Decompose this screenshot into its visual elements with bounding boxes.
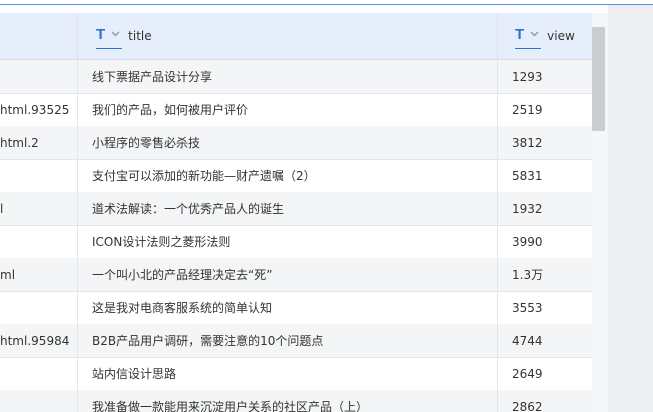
title-type-selector[interactable]: T bbox=[96, 24, 123, 49]
table-row[interactable]: 我准备做一款能用来沉淀用户关系的社区产品（上） 2862 bbox=[0, 390, 592, 412]
table-row[interactable]: l 道术法解读：一个优秀产品人的诞生 1932 bbox=[0, 192, 592, 226]
header-title-column[interactable]: T title bbox=[77, 13, 498, 59]
header-title-label: title bbox=[128, 29, 152, 43]
chevron-down-icon bbox=[530, 29, 539, 40]
url-cell[interactable]: l bbox=[0, 192, 77, 225]
url-cell[interactable]: ml bbox=[0, 258, 77, 291]
view-type-selector[interactable]: T bbox=[515, 24, 542, 49]
url-cell[interactable] bbox=[0, 225, 77, 258]
chevron-down-icon bbox=[111, 29, 120, 40]
title-cell[interactable]: 支付宝可以添加的新功能—财产遗嘱（2） bbox=[77, 159, 498, 192]
table-row[interactable]: 95984.html B2B产品用户调研，需要注意的10个问题点 4744 bbox=[0, 324, 592, 358]
title-cell[interactable]: ICON设计法则之菱形法则 bbox=[77, 225, 498, 258]
view-cell[interactable]: 3990 bbox=[497, 225, 593, 258]
url-cell[interactable]: 95984.html bbox=[0, 324, 77, 357]
view-cell[interactable]: 1932 bbox=[497, 192, 593, 225]
table-row[interactable]: 93525.html 我们的产品，如何被用户评价 2519 bbox=[0, 93, 592, 127]
table-row[interactable]: 2.html 小程序的零售必杀技 3812 bbox=[0, 126, 592, 160]
view-cell[interactable]: 4744 bbox=[497, 324, 593, 357]
view-cell[interactable]: 2519 bbox=[497, 93, 593, 126]
scrollbar-thumb[interactable] bbox=[592, 27, 605, 131]
url-cell[interactable] bbox=[0, 357, 77, 390]
table-row[interactable]: 这是我对电商客服系统的简单认知 3553 bbox=[0, 291, 592, 325]
data-table: T title T view 线下票据产品设计分享 1293 93525.htm… bbox=[0, 5, 608, 412]
url-cell[interactable] bbox=[0, 159, 77, 192]
view-cell[interactable]: 2649 bbox=[497, 357, 593, 390]
view-cell[interactable]: 1293 bbox=[497, 60, 593, 93]
table-header: T title T view bbox=[0, 13, 608, 60]
title-cell[interactable]: 小程序的零售必杀技 bbox=[77, 126, 498, 159]
text-type-icon: T bbox=[515, 26, 525, 43]
title-cell[interactable]: 一个叫小北的产品经理决定去“死” bbox=[77, 258, 498, 291]
title-cell[interactable]: 我准备做一款能用来沉淀用户关系的社区产品（上） bbox=[77, 390, 498, 412]
title-cell[interactable]: 线下票据产品设计分享 bbox=[77, 60, 498, 93]
title-cell[interactable]: 这是我对电商客服系统的简单认知 bbox=[77, 291, 498, 324]
table-row[interactable]: 站内信设计思路 2649 bbox=[0, 357, 592, 391]
title-cell[interactable]: 站内信设计思路 bbox=[77, 357, 498, 390]
table-row[interactable]: ml 一个叫小北的产品经理决定去“死” 1.3万 bbox=[0, 258, 592, 292]
title-cell[interactable]: B2B产品用户调研，需要注意的10个问题点 bbox=[77, 324, 498, 357]
view-cell[interactable]: 5831 bbox=[497, 159, 593, 192]
url-cell[interactable] bbox=[0, 60, 77, 93]
title-cell[interactable]: 道术法解读：一个优秀产品人的诞生 bbox=[77, 192, 498, 225]
view-cell[interactable]: 1.3万 bbox=[497, 258, 593, 291]
header-view-column[interactable]: T view bbox=[497, 13, 593, 59]
view-cell[interactable]: 3812 bbox=[497, 126, 593, 159]
url-cell[interactable] bbox=[0, 390, 77, 412]
table-row[interactable]: 支付宝可以添加的新功能—财产遗嘱（2） 5831 bbox=[0, 159, 592, 193]
title-cell[interactable]: 我们的产品，如何被用户评价 bbox=[77, 93, 498, 126]
table-row[interactable]: ICON设计法则之菱形法则 3990 bbox=[0, 225, 592, 259]
right-gutter bbox=[608, 5, 653, 412]
url-cell[interactable]: 93525.html bbox=[0, 93, 77, 126]
header-url-column[interactable] bbox=[0, 13, 77, 59]
url-cell[interactable] bbox=[0, 291, 77, 324]
view-cell[interactable]: 3553 bbox=[497, 291, 593, 324]
view-cell[interactable]: 2862 bbox=[497, 390, 593, 412]
text-type-icon: T bbox=[96, 26, 106, 43]
url-cell[interactable]: 2.html bbox=[0, 126, 77, 159]
table-row[interactable]: 线下票据产品设计分享 1293 bbox=[0, 60, 592, 94]
header-view-label: view bbox=[547, 29, 575, 43]
